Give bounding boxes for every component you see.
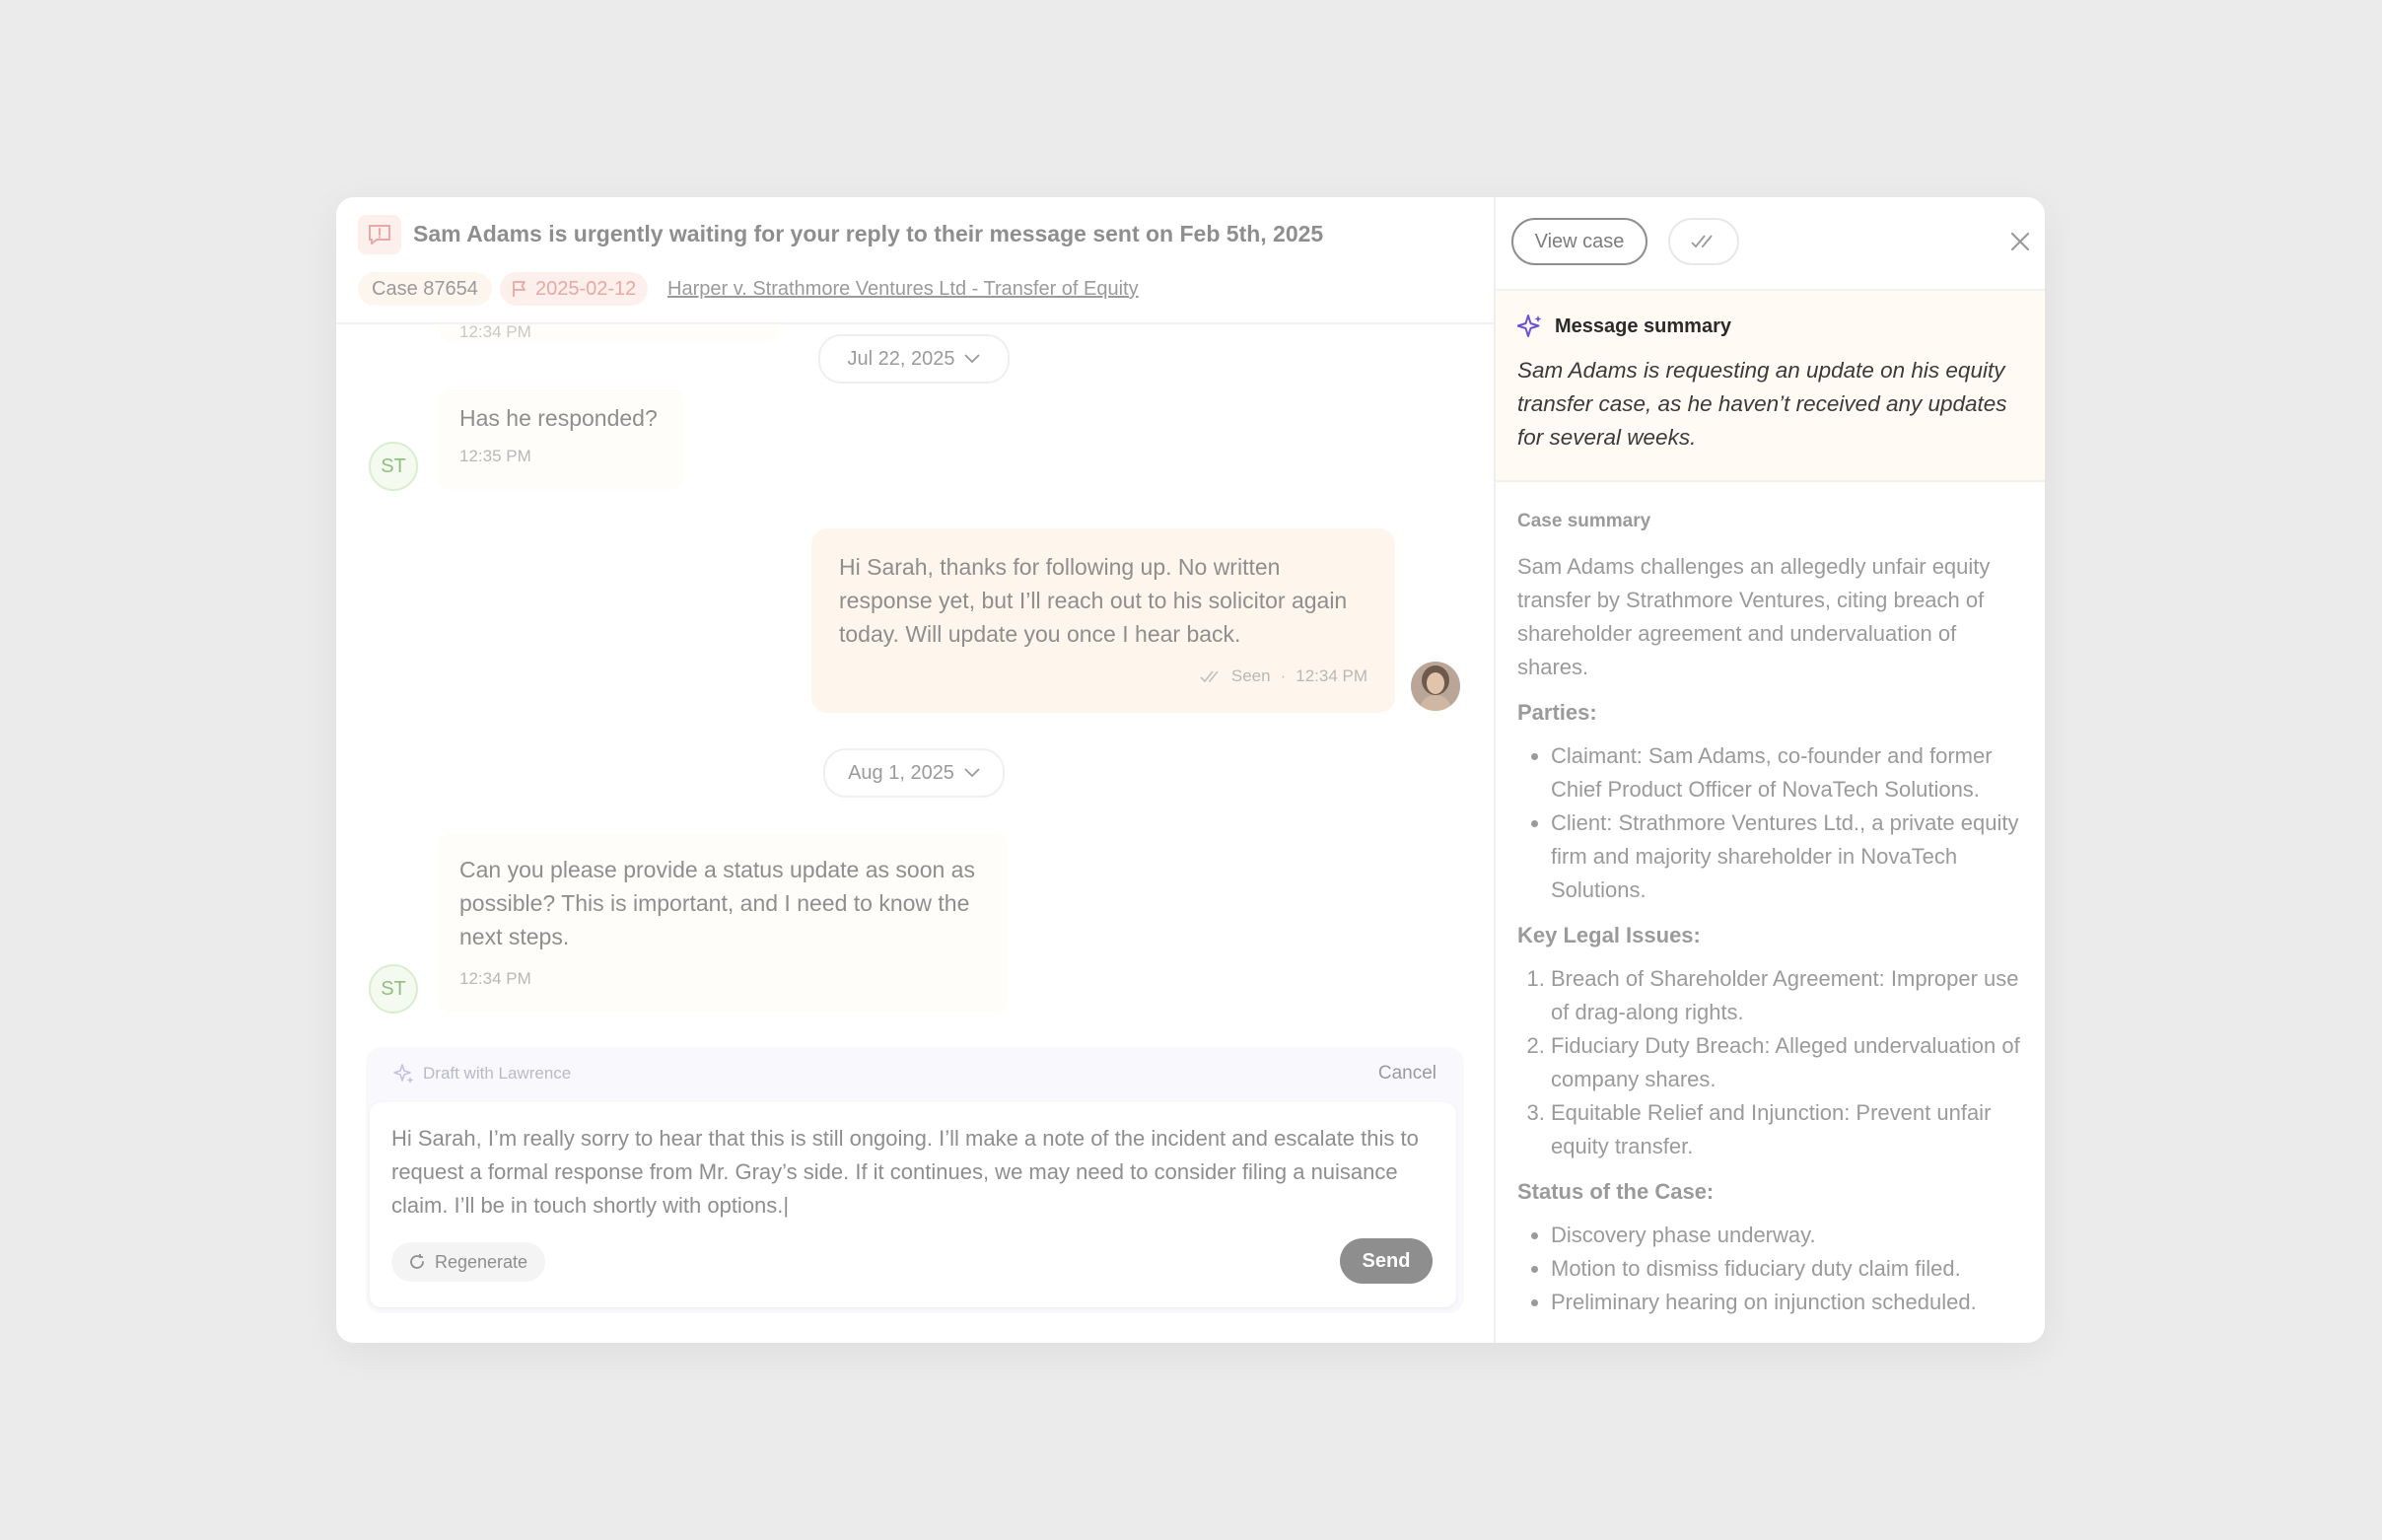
regenerate-button[interactable]: Regenerate	[391, 1242, 546, 1282]
flag-date-label: 2025-02-12	[535, 277, 637, 300]
message-status: Seen	[1230, 666, 1271, 685]
issues-list: Breach of Shareholder Agreement: Imprope…	[1517, 962, 2032, 1163]
case-details-panel: View case Message summary Sam Adams is r…	[1494, 197, 2045, 1343]
case-summary-section: Case summary Sam Adams challenges an all…	[1517, 511, 2032, 1335]
date-divider-jul[interactable]: Jul 22, 2025	[818, 334, 1010, 384]
cancel-button[interactable]: Cancel	[1378, 1063, 1436, 1085]
draft-editor[interactable]: Hi Sarah, I’m really sorry to hear that …	[370, 1102, 1456, 1307]
double-check-icon	[1691, 235, 1713, 248]
date-divider-label: Jul 22, 2025	[847, 347, 955, 370]
issues-heading: Key Legal Issues:	[1517, 923, 1701, 947]
avatar[interactable]: ST	[369, 442, 418, 491]
list-item: Breach of Shareholder Agreement: Imprope…	[1551, 962, 2032, 1029]
status-heading: Status of the Case:	[1517, 1179, 1715, 1204]
list-item: Preliminary hearing on injunction schedu…	[1551, 1286, 2032, 1319]
message-time: 12:34 PM	[459, 322, 531, 341]
meta-separator: ·	[1280, 666, 1287, 685]
panel-toolbar: View case	[1496, 197, 2045, 291]
message-bubble-previous: 12:34 PM	[438, 322, 779, 342]
chevron-down-icon	[964, 768, 980, 778]
draft-composer: Draft with Lawrence Cancel Hi Sarah, I’m…	[366, 1047, 1464, 1313]
list-item: Fiduciary Duty Breach: Alleged undervalu…	[1551, 1029, 2032, 1096]
flag-icon	[513, 281, 525, 297]
date-divider-aug[interactable]: Aug 1, 2025	[823, 748, 1005, 798]
urgent-message-icon	[358, 215, 401, 254]
message-text: Hi Sarah, thanks for following up. No wr…	[839, 554, 1348, 647]
sparkle-icon	[1517, 315, 1542, 337]
status-list: Discovery phase underway. Motion to dism…	[1517, 1219, 2032, 1319]
sparkle-icon	[393, 1064, 414, 1084]
mark-read-button[interactable]	[1668, 218, 1739, 265]
avatar[interactable]	[1411, 662, 1460, 711]
message-meta: Seen · 12:34 PM	[1200, 666, 1367, 686]
seen-check-icon	[1200, 670, 1219, 683]
conversation-pane: Sam Adams is urgently waiting for your r…	[336, 197, 1494, 1343]
send-button[interactable]: Send	[1340, 1238, 1433, 1284]
message-time: 12:35 PM	[459, 447, 531, 465]
message-bubble-incoming: Can you please provide a status update a…	[438, 831, 1008, 1015]
message-summary-title-text: Message summary	[1555, 315, 1731, 337]
view-case-button[interactable]: View case	[1511, 218, 1647, 265]
message-text: Can you please provide a status update a…	[459, 857, 975, 949]
case-summary-title: Case summary	[1517, 511, 1651, 531]
message-bubble-incoming: Has he responded? 12:35 PM	[438, 387, 684, 490]
case-title-link[interactable]: Harper v. Strathmore Ventures Ltd - Tran…	[667, 278, 1139, 301]
chevron-down-icon	[964, 354, 981, 364]
message-summary-text: Sam Adams is requesting an update on his…	[1517, 358, 2007, 450]
avatar[interactable]: ST	[369, 964, 418, 1014]
list-item: Client: Strathmore Ventures Ltd., a priv…	[1551, 806, 2032, 907]
case-summary-text: Sam Adams challenges an allegedly unfair…	[1517, 554, 1991, 679]
date-divider-label: Aug 1, 2025	[848, 761, 954, 784]
parties-list: Claimant: Sam Adams, co-founder and form…	[1517, 739, 2032, 907]
message-bubble-outgoing: Hi Sarah, thanks for following up. No wr…	[811, 528, 1395, 713]
page-title: Sam Adams is urgently waiting for your r…	[413, 221, 1324, 246]
flag-date-badge: 2025-02-12	[500, 272, 649, 306]
draft-label: Draft with Lawrence	[393, 1063, 571, 1085]
draft-label-text: Draft with Lawrence	[423, 1064, 572, 1083]
message-text: Has he responded?	[459, 405, 658, 431]
message-summary-title: Message summary	[1517, 313, 1731, 340]
case-message-dialog: Sam Adams is urgently waiting for your r…	[336, 197, 2045, 1343]
list-item: Equitable Relief and Injunction: Prevent…	[1551, 1096, 2032, 1163]
close-icon[interactable]	[2006, 228, 2034, 255]
list-item: Claimant: Sam Adams, co-founder and form…	[1551, 739, 2032, 806]
message-summary-card: Message summary Sam Adams is requesting …	[1496, 291, 2045, 482]
case-number-badge: Case 87654	[358, 272, 492, 306]
conversation-header: Sam Adams is urgently waiting for your r…	[336, 197, 1494, 324]
draft-text[interactable]: Hi Sarah, I’m really sorry to hear that …	[391, 1122, 1436, 1223]
message-time: 12:34 PM	[1296, 666, 1367, 685]
list-item: Discovery phase underway.	[1551, 1219, 2032, 1252]
regenerate-label: Regenerate	[435, 1251, 528, 1272]
list-item: Motion to dismiss fiduciary duty claim f…	[1551, 1252, 2032, 1286]
parties-heading: Parties:	[1517, 700, 1597, 725]
refresh-icon	[410, 1254, 424, 1269]
message-time: 12:34 PM	[459, 969, 531, 988]
